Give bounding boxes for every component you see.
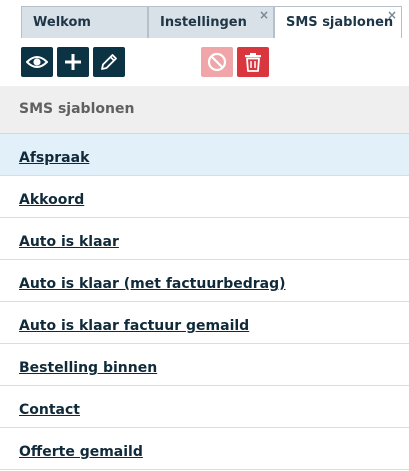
tab-label: Welkom: [33, 15, 91, 30]
toolbar: [0, 38, 409, 86]
add-button[interactable]: [57, 47, 89, 77]
tab-label: SMS sjablonen: [286, 15, 394, 30]
eye-icon: [26, 56, 48, 68]
delete-button[interactable]: [237, 47, 269, 77]
close-icon[interactable]: ×: [387, 8, 397, 22]
list-item[interactable]: Auto is klaar (met factuurbedrag): [0, 260, 409, 302]
list-item[interactable]: Auto is klaar: [0, 218, 409, 260]
pencil-icon: [101, 54, 117, 70]
list-item-link[interactable]: Auto is klaar (met factuurbedrag): [19, 276, 286, 292]
tab-sms-sjablonen[interactable]: SMS sjablonen ×: [274, 6, 402, 38]
list-item-link[interactable]: Akkoord: [19, 192, 84, 208]
view-button[interactable]: [21, 47, 53, 77]
list-item[interactable]: Auto is klaar factuur gemaild: [0, 302, 409, 344]
plus-icon: [65, 54, 81, 70]
list-item-link[interactable]: Afspraak: [19, 150, 89, 166]
disable-button[interactable]: [201, 47, 233, 77]
ban-icon: [207, 52, 227, 72]
list-item[interactable]: Akkoord: [0, 176, 409, 218]
tab-welkom[interactable]: Welkom: [21, 6, 148, 38]
tab-instellingen[interactable]: Instellingen ×: [148, 6, 274, 38]
list-header: SMS sjablonen: [0, 86, 409, 134]
close-icon[interactable]: ×: [259, 8, 269, 22]
edit-button[interactable]: [93, 47, 125, 77]
list-item-link[interactable]: Bestelling binnen: [19, 360, 157, 376]
list-item[interactable]: Afspraak: [0, 134, 409, 176]
trash-icon: [245, 53, 261, 72]
template-list: Afspraak Akkoord Auto is klaar Auto is k…: [0, 134, 409, 470]
list-item[interactable]: Offerte gemaild: [0, 428, 409, 470]
list-item-link[interactable]: Contact: [19, 402, 80, 418]
list-item[interactable]: Bestelling binnen: [0, 344, 409, 386]
tab-label: Instellingen: [160, 15, 247, 30]
tab-bar: Welkom Instellingen × SMS sjablonen ×: [0, 0, 409, 38]
list-title: SMS sjablonen: [19, 101, 135, 117]
list-item-link[interactable]: Auto is klaar: [19, 234, 119, 250]
list-item-link[interactable]: Auto is klaar factuur gemaild: [19, 318, 249, 334]
list-item[interactable]: Contact: [0, 386, 409, 428]
list-item-link[interactable]: Offerte gemaild: [19, 444, 143, 460]
